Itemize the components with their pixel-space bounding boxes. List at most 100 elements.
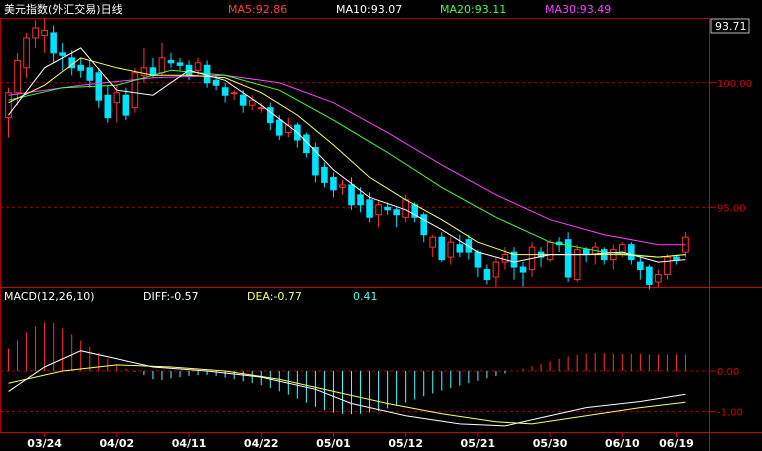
candle-body — [366, 199, 373, 218]
date-tick-label: 03/24 — [27, 437, 62, 450]
candle-body — [655, 274, 662, 283]
candle-body — [619, 244, 626, 253]
candle — [429, 234, 437, 258]
price-tick-label: 100.00 — [717, 79, 752, 90]
ma5-line — [8, 47, 686, 263]
candle — [321, 162, 328, 188]
candle — [519, 262, 527, 287]
price-tick-label: 95.00 — [717, 203, 746, 214]
diff-value: DIFF:-0.57 — [143, 290, 199, 303]
outer-border — [0, 18, 710, 433]
candle-body — [257, 107, 265, 110]
chart-title: 美元指数(外汇交易)日线 — [4, 2, 123, 16]
date-tick-label: 04/11 — [172, 437, 207, 450]
date-tick-label: 05/01 — [316, 437, 351, 450]
candle — [131, 67, 139, 113]
candle-body — [158, 57, 166, 74]
candle — [456, 234, 464, 258]
candle — [609, 244, 617, 270]
candle-body — [348, 184, 355, 206]
candle — [375, 199, 382, 228]
candle — [483, 264, 491, 285]
candle-body — [357, 194, 364, 206]
candle-body — [86, 67, 94, 81]
candle — [600, 247, 608, 265]
candle-body — [664, 256, 671, 276]
candle — [393, 207, 400, 228]
candle — [438, 232, 446, 263]
candle-body — [104, 94, 112, 119]
candle — [221, 82, 229, 103]
date-tick-label: 06/19 — [659, 437, 694, 450]
candle — [564, 232, 572, 283]
candle-body — [637, 261, 644, 271]
candle-body — [646, 266, 653, 286]
candle — [50, 25, 57, 63]
candle — [646, 264, 653, 290]
current-price-tag: 93.71 — [715, 20, 747, 33]
candle-body — [375, 204, 382, 216]
candle — [339, 179, 346, 195]
date-tick-label: 04/22 — [244, 437, 279, 450]
candle-body — [230, 92, 238, 95]
macd-histogram — [8, 322, 686, 415]
macd-tick-label: -1.00 — [717, 408, 743, 419]
candle — [95, 67, 103, 108]
candle-body — [420, 214, 428, 236]
candle — [447, 237, 455, 265]
candle-body — [429, 236, 437, 248]
macd-value: 0.41 — [353, 290, 378, 303]
candle — [41, 18, 48, 53]
candle — [230, 90, 238, 101]
candle-body — [212, 79, 220, 86]
ma10-legend: MA10:93.07 — [336, 3, 402, 16]
candle — [492, 257, 500, 287]
candle-body — [50, 32, 57, 54]
candle-body — [492, 261, 500, 278]
candle-body — [59, 52, 66, 56]
candle — [104, 85, 112, 123]
candle — [637, 257, 644, 280]
date-tick-label: 05/12 — [388, 437, 423, 450]
candle — [23, 32, 30, 78]
macd-title: MACD(12,26,10) — [4, 290, 95, 303]
ma10-line — [8, 57, 686, 258]
candle-body — [113, 92, 121, 104]
candle-body — [149, 67, 157, 76]
candle-body — [32, 27, 39, 39]
candle-body — [14, 59, 21, 94]
candle-body — [474, 251, 482, 268]
candle-body — [456, 244, 464, 253]
candle — [420, 212, 428, 243]
candle-body — [402, 199, 409, 218]
candle-body — [501, 254, 509, 263]
candle-body — [438, 236, 446, 261]
candle-body — [330, 176, 337, 191]
candle-body — [248, 99, 256, 106]
date-tick-label: 04/02 — [100, 437, 135, 450]
chart-canvas: 美元指数(外汇交易)日线 MA5:92.86 MA10:93.07 MA20:9… — [0, 2, 762, 451]
candle — [474, 249, 482, 278]
candle-body — [384, 206, 391, 211]
candle-body — [447, 241, 455, 258]
dea-value: DEA:-0.77 — [247, 290, 302, 303]
date-axis-labels: 03/24 04/02 04/11 04/22 05/01 05/12 05/21 05/30… — [27, 432, 694, 450]
candle-body — [239, 94, 247, 106]
ma5-legend: MA5:92.86 — [228, 3, 287, 16]
candle — [176, 57, 184, 71]
candle-body — [131, 72, 139, 109]
candle-body — [546, 241, 554, 261]
candle-body — [77, 64, 85, 71]
candle — [122, 87, 130, 121]
candle-body — [5, 92, 12, 119]
diff-line — [8, 350, 686, 427]
candle-body — [483, 269, 491, 281]
candle-body — [393, 209, 400, 216]
candle — [510, 247, 518, 280]
candle — [528, 242, 536, 278]
candle — [158, 42, 166, 76]
macd-tick-label: 0.00 — [717, 367, 739, 378]
ma20-legend: MA20:93.11 — [440, 3, 506, 16]
candle — [357, 187, 364, 213]
candle-body — [673, 256, 680, 261]
